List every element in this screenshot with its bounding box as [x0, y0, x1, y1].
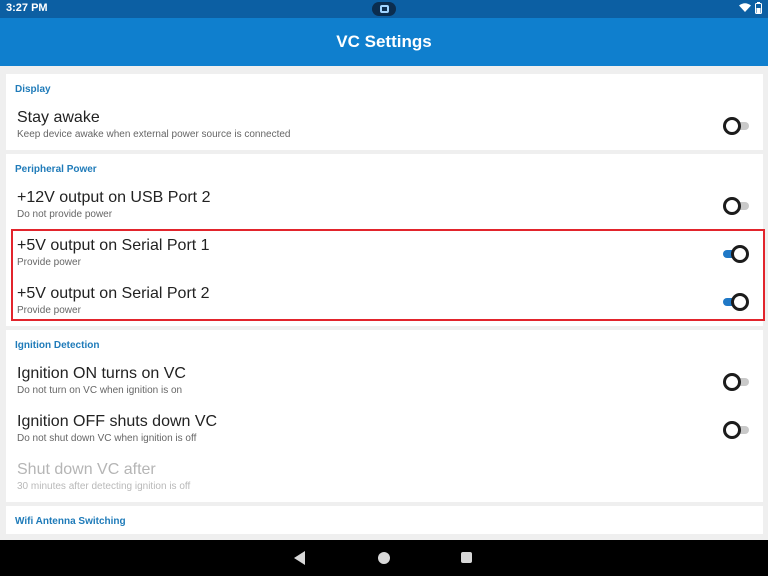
ignition-on-switch[interactable]: [723, 373, 749, 391]
setting-summary: Provide power: [17, 257, 81, 268]
setting-title: +5V output on Serial Port 1: [17, 237, 210, 254]
stay-awake-switch[interactable]: [723, 117, 749, 135]
setting-title: +12V output on USB Port 2: [17, 189, 211, 206]
setting-title: Ignition OFF shuts down VC: [17, 413, 218, 430]
battery-icon: [755, 2, 762, 14]
setting-serial1-5v[interactable]: +5V output on Serial Port 1 Provide powe…: [6, 230, 763, 278]
navigation-bar: [0, 540, 768, 576]
serial2-5v-switch[interactable]: [723, 293, 749, 311]
status-time: 3:27 PM: [6, 2, 48, 14]
recents-icon[interactable]: [461, 552, 472, 563]
setting-title: Ignition ON turns on VC: [17, 365, 186, 382]
section-header-wifi: Wifi Antenna Switching: [15, 516, 126, 527]
setting-usb-12v[interactable]: +12V output on USB Port 2 Do not provide…: [6, 182, 763, 230]
page-title: VC Settings: [336, 32, 432, 51]
peripheral-power-section: Peripheral Power +12V output on USB Port…: [6, 154, 763, 326]
setting-stay-awake[interactable]: Stay awake Keep device awake when extern…: [6, 102, 763, 150]
home-icon[interactable]: [378, 552, 390, 564]
setting-serial2-5v[interactable]: +5V output on Serial Port 2 Provide powe…: [6, 278, 763, 326]
setting-summary: Do not shut down VC when ignition is off: [17, 433, 197, 444]
setting-summary: Provide power: [17, 305, 81, 316]
screen-recording-icon: [372, 2, 396, 16]
setting-ignition-off[interactable]: Ignition OFF shuts down VC Do not shut d…: [6, 406, 763, 454]
setting-title: Shut down VC after: [17, 461, 156, 478]
back-icon[interactable]: [294, 551, 305, 565]
usb-12v-switch[interactable]: [723, 197, 749, 215]
section-header-ignition: Ignition Detection: [15, 340, 100, 351]
setting-summary: 30 minutes after detecting ignition is o…: [17, 481, 191, 492]
ignition-off-switch[interactable]: [723, 421, 749, 439]
settings-list: Display Stay awake Keep device awake whe…: [6, 74, 763, 538]
wifi-section: Wifi Antenna Switching: [6, 506, 763, 534]
status-icons: [739, 2, 762, 14]
setting-summary: Do not provide power: [17, 209, 113, 220]
setting-summary: Do not turn on VC when ignition is on: [17, 385, 183, 396]
serial1-5v-switch[interactable]: [723, 245, 749, 263]
ignition-section: Ignition Detection Ignition ON turns on …: [6, 330, 763, 502]
setting-ignition-on[interactable]: Ignition ON turns on VC Do not turn on V…: [6, 358, 763, 406]
setting-title: Stay awake: [17, 109, 100, 126]
status-bar: 3:27 PM: [0, 0, 768, 18]
setting-summary: Keep device awake when external power so…: [17, 129, 291, 140]
setting-shutdown-after: Shut down VC after 30 minutes after dete…: [6, 454, 763, 502]
wifi-icon: [739, 3, 751, 13]
app-bar: VC Settings: [0, 18, 768, 66]
section-header-display: Display: [15, 84, 51, 95]
display-section: Display Stay awake Keep device awake whe…: [6, 74, 763, 150]
setting-title: +5V output on Serial Port 2: [17, 285, 210, 302]
section-header-peripheral-power: Peripheral Power: [15, 164, 97, 175]
